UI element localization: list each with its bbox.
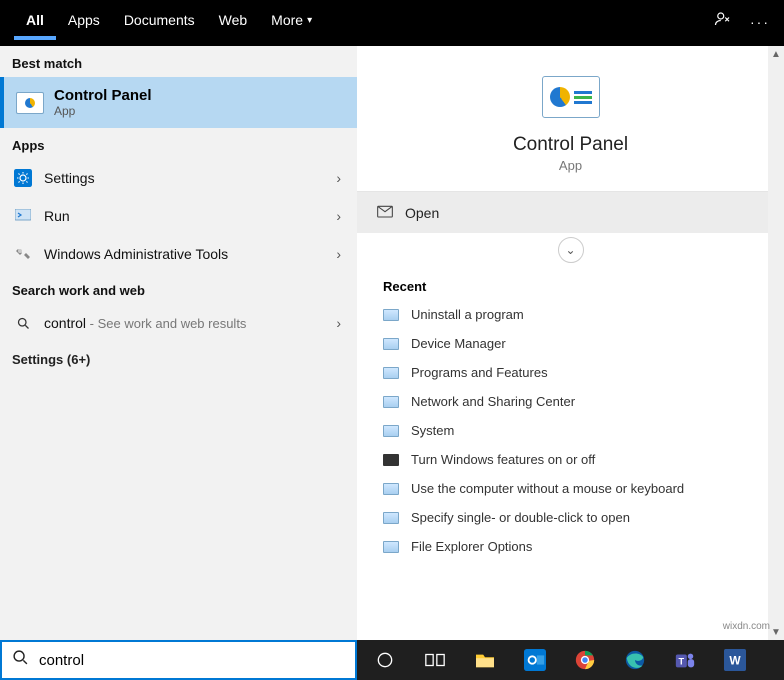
control-panel-mini-icon — [383, 454, 399, 466]
open-action[interactable]: Open — [357, 192, 784, 233]
more-options-icon[interactable]: ··· — [750, 14, 770, 30]
section-search-web: Search work and web — [0, 273, 357, 304]
taskbar-word-icon[interactable]: W — [713, 640, 757, 680]
recent-item[interactable]: Programs and Features — [357, 358, 784, 387]
best-match-subtitle: App — [54, 104, 152, 118]
run-icon — [12, 207, 34, 225]
tab-web[interactable]: Web — [207, 0, 260, 38]
best-match-result[interactable]: Control Panel App — [0, 77, 357, 128]
result-web-search[interactable]: control - See work and web results › — [0, 304, 357, 342]
watermark: wixdn.com — [723, 621, 770, 632]
admin-tools-icon — [12, 245, 34, 263]
feedback-icon[interactable] — [714, 10, 732, 33]
search-input[interactable] — [39, 652, 345, 669]
search-box[interactable] — [0, 640, 357, 680]
scroll-down-icon[interactable]: ▼ — [768, 624, 784, 640]
preview-title: Control Panel — [513, 134, 628, 156]
chevron-right-icon: › — [336, 170, 341, 186]
taskbar-chrome-icon[interactable] — [563, 640, 607, 680]
tab-all[interactable]: All — [14, 0, 56, 40]
recent-item[interactable]: Use the computer without a mouse or keyb… — [357, 474, 784, 503]
control-panel-icon — [16, 92, 44, 114]
results-panel: Best match Control Panel App Apps Settin… — [0, 46, 357, 640]
chevron-right-icon: › — [336, 246, 341, 262]
tab-more[interactable]: More ▾ — [259, 0, 324, 38]
search-icon — [12, 314, 34, 332]
taskbar-edge-icon[interactable] — [613, 640, 657, 680]
settings-more-link[interactable]: Settings (6+) — [0, 342, 357, 377]
section-apps: Apps — [0, 128, 357, 159]
taskbar-taskview-icon[interactable] — [413, 640, 457, 680]
recent-item[interactable]: File Explorer Options — [357, 532, 784, 561]
taskbar-outlook-icon[interactable] — [513, 640, 557, 680]
gear-icon — [12, 169, 34, 187]
best-match-title: Control Panel — [54, 87, 152, 104]
recent-label: Recent — [357, 267, 784, 300]
control-panel-mini-icon — [383, 425, 399, 437]
taskbar-teams-icon[interactable]: T — [663, 640, 707, 680]
control-panel-mini-icon — [383, 541, 399, 553]
tab-apps[interactable]: Apps — [56, 0, 112, 38]
section-best-match: Best match — [0, 46, 357, 77]
control-panel-mini-icon — [383, 309, 399, 321]
preview-subtitle: App — [559, 158, 582, 173]
recent-item[interactable]: Device Manager — [357, 329, 784, 358]
result-admin-tools[interactable]: Windows Administrative Tools › — [0, 235, 357, 273]
svg-text:W: W — [729, 654, 741, 668]
chevron-down-icon: ▾ — [307, 15, 312, 26]
recent-item[interactable]: Uninstall a program — [357, 300, 784, 329]
tab-documents[interactable]: Documents — [112, 0, 207, 38]
taskbar-file-explorer-icon[interactable] — [463, 640, 507, 680]
chevron-right-icon: › — [336, 208, 341, 224]
svg-text:T: T — [679, 657, 685, 667]
control-panel-mini-icon — [383, 338, 399, 350]
scroll-up-icon[interactable]: ▲ — [768, 46, 784, 62]
expand-actions-toggle[interactable]: ⌄ — [357, 233, 784, 267]
recent-item[interactable]: Specify single- or double-click to open — [357, 503, 784, 532]
chevron-right-icon: › — [336, 315, 341, 331]
preview-panel: Control Panel App Open ⌄ Recent Uninstal… — [357, 46, 784, 640]
open-icon — [377, 204, 393, 221]
taskbar: T W — [357, 640, 784, 680]
chevron-down-icon: ⌄ — [565, 243, 575, 257]
recent-item[interactable]: Network and Sharing Center — [357, 387, 784, 416]
control-panel-icon — [542, 76, 600, 118]
result-settings[interactable]: Settings › — [0, 159, 357, 197]
search-filter-tabs: All Apps Documents Web More ▾ ··· — [0, 0, 784, 46]
search-icon — [12, 649, 29, 671]
taskbar-cortana-icon[interactable] — [363, 640, 407, 680]
recent-item[interactable]: Turn Windows features on or off — [357, 445, 784, 474]
control-panel-mini-icon — [383, 483, 399, 495]
control-panel-mini-icon — [383, 367, 399, 379]
recent-item[interactable]: System — [357, 416, 784, 445]
result-run[interactable]: Run › — [0, 197, 357, 235]
scrollbar[interactable]: ▲ ▼ — [768, 46, 784, 640]
control-panel-mini-icon — [383, 512, 399, 524]
control-panel-mini-icon — [383, 396, 399, 408]
